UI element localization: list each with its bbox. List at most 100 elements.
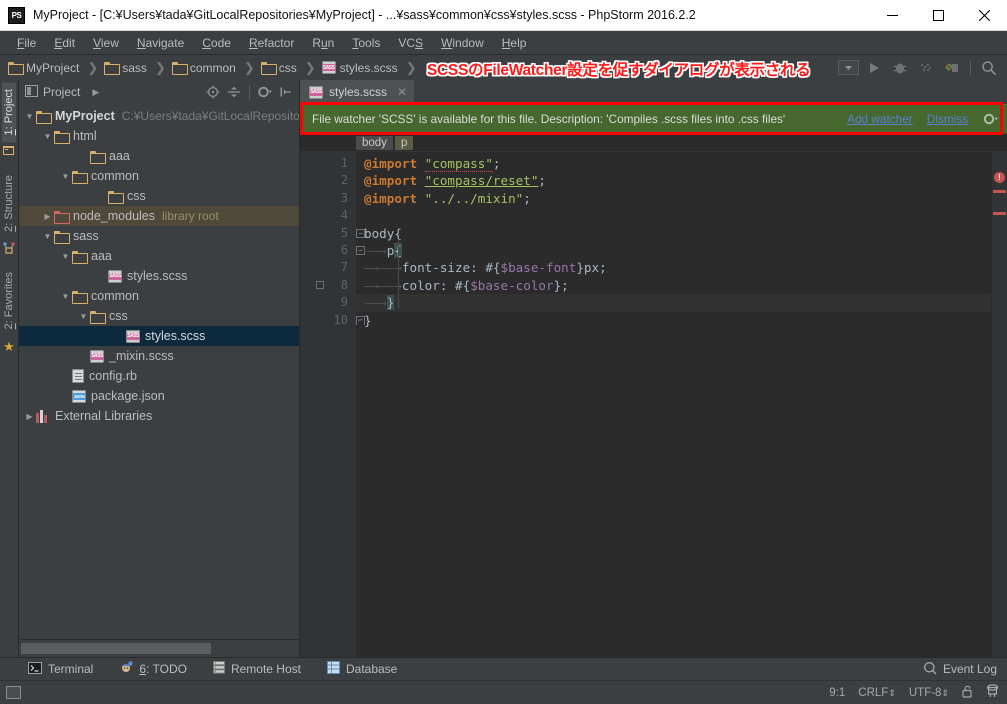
code-editor[interactable]: 1 2 3 4 5− 6− 7 8 9⌐ 10⌐ @import "compas… — [300, 152, 1007, 657]
tree-row-sass-common-css-styles[interactable]: styles.scss — [19, 326, 299, 346]
folder-icon — [72, 290, 88, 304]
run-configuration-dropdown[interactable] — [836, 57, 860, 79]
hide-panel-icon[interactable] — [276, 82, 296, 102]
scrollbar-thumb[interactable] — [21, 643, 211, 654]
collapse-all-icon[interactable] — [224, 82, 244, 102]
menu-view[interactable]: View — [84, 34, 128, 52]
tree-row-sass-aaa-styles[interactable]: styles.scss — [19, 266, 299, 286]
tree-row-sass-aaa[interactable]: ▼ aaa — [19, 246, 299, 266]
line-separator-indicator[interactable]: CRLF⇕ — [858, 687, 896, 699]
folder-icon — [171, 62, 188, 75]
tab-styles-scss[interactable]: styles.scss ✕ — [300, 80, 415, 104]
structure-crumb-p[interactable]: p — [394, 135, 414, 150]
tree-row-html-common-css[interactable]: css — [19, 186, 299, 206]
close-icon[interactable]: ✕ — [397, 85, 407, 99]
twisty-icon[interactable]: ▼ — [23, 112, 36, 121]
tool-window-terminal[interactable]: Terminal — [28, 661, 94, 677]
error-marker-bar[interactable]: ! — [991, 152, 1007, 657]
maximize-button[interactable] — [915, 0, 961, 31]
code-text[interactable]: @import "compass"; @import "compass/rese… — [356, 152, 991, 657]
menu-code[interactable]: Code — [193, 34, 240, 52]
menu-navigate[interactable]: Navigate — [128, 34, 193, 52]
menu-edit[interactable]: Edit — [45, 34, 84, 52]
tree-row-mixin-scss[interactable]: _mixin.scss — [19, 346, 299, 366]
twisty-icon[interactable]: ▼ — [59, 172, 72, 181]
breadcrumb-styles-scss[interactable]: styles.scss — [320, 55, 400, 80]
gutter-line: 8 — [300, 277, 356, 294]
twisty-icon[interactable]: ▼ — [59, 252, 72, 261]
error-count-icon[interactable]: ! — [994, 172, 1005, 183]
breadcrumb-css[interactable]: css — [259, 55, 299, 80]
tree-row-sass-common-css[interactable]: ▼ css — [19, 306, 299, 326]
twisty-icon[interactable]: ▼ — [41, 232, 54, 241]
error-marker[interactable] — [993, 190, 1006, 193]
status-toggle-icon[interactable] — [6, 686, 21, 699]
encoding-indicator[interactable]: UTF-8⇕ — [909, 687, 949, 699]
unlocked-icon[interactable] — [962, 685, 973, 701]
breadcrumb-sass[interactable]: sass — [102, 55, 149, 80]
locate-icon[interactable] — [203, 82, 223, 102]
structure-crumb-body[interactable]: body — [356, 135, 393, 150]
breadcrumb-common[interactable]: common — [170, 55, 238, 80]
twisty-icon[interactable]: ▼ — [59, 292, 72, 301]
project-panel-horizontal-scrollbar[interactable] — [19, 639, 299, 657]
code-line-9: ——→} — [356, 294, 991, 312]
tree-row-html[interactable]: ▼ html — [19, 126, 299, 146]
tool-window-remote-host[interactable]: Remote Host — [212, 661, 301, 677]
close-button[interactable] — [961, 0, 1007, 31]
menu-run[interactable]: Run — [303, 34, 343, 52]
file-watcher-notification: File watcher 'SCSS' is available for thi… — [300, 104, 1007, 134]
menu-tools[interactable]: Tools — [343, 34, 389, 52]
folder-icon — [54, 230, 70, 244]
menu-file[interactable]: FFileile — [8, 34, 45, 52]
tree-row-sass-common[interactable]: ▼ common — [19, 286, 299, 306]
tree-row-html-aaa[interactable]: aaa — [19, 146, 299, 166]
window-controls — [869, 0, 1007, 31]
menu-help[interactable]: Help — [493, 34, 536, 52]
debug-icon[interactable] — [888, 57, 912, 79]
gutter-line: 10 ⌐ — [300, 312, 365, 329]
dismiss-link[interactable]: Dismiss — [927, 112, 968, 126]
project-panel-expand-arrow[interactable]: ▶ — [92, 87, 99, 98]
tree-row-myproject[interactable]: ▼ MyProject C:¥Users¥tada¥GitLocalReposi… — [19, 106, 299, 126]
database-icon — [326, 661, 340, 677]
project-window-icon — [25, 84, 38, 100]
tree-row-external-libraries[interactable]: ▶ External Libraries — [19, 406, 299, 426]
tree-row-sass[interactable]: ▼ sass — [19, 226, 299, 246]
menu-vcs[interactable]: VCS — [389, 34, 432, 52]
tree-row-html-common[interactable]: ▼ common — [19, 166, 299, 186]
tree-row-node-modules[interactable]: ▶ node_modules library root — [19, 206, 299, 226]
tool-window-label: Terminal — [48, 662, 94, 676]
sidebar-item-project[interactable]: 1: Project — [2, 82, 16, 143]
event-log-button[interactable]: Event Log — [923, 661, 1007, 678]
tree-row-config-rb[interactable]: config.rb — [19, 366, 299, 386]
folder-icon — [90, 150, 106, 164]
tree-row-package-json[interactable]: package.json — [19, 386, 299, 406]
caret-position[interactable]: 9:1 — [829, 687, 845, 699]
bookmark-slot-icon[interactable] — [316, 280, 324, 289]
coverage-icon[interactable] — [914, 57, 938, 79]
error-marker[interactable] — [993, 212, 1006, 215]
menu-window[interactable]: Window — [432, 34, 493, 52]
menu-refactor[interactable]: Refactor — [240, 34, 303, 52]
breadcrumb-myproject[interactable]: MyProject — [6, 55, 81, 80]
sidebar-item-structure[interactable]: 2: Structure — [2, 168, 16, 239]
tab-label: styles.scss — [329, 85, 388, 99]
search-everywhere-icon[interactable] — [977, 57, 1001, 79]
stop-icon[interactable] — [940, 57, 964, 79]
minimize-button[interactable] — [869, 0, 915, 31]
run-icon[interactable] — [862, 57, 886, 79]
sidebar-item-favorites[interactable]: 2: Favorites — [2, 265, 16, 336]
settings-gear-icon[interactable] — [982, 112, 999, 126]
line-number-gutter[interactable]: 1 2 3 4 5− 6− 7 8 9⌐ 10⌐ — [300, 152, 365, 657]
add-watcher-link[interactable]: Add watcher — [847, 112, 913, 126]
tool-window-todo[interactable]: 6: TODO — [119, 661, 187, 677]
twisty-icon[interactable]: ▼ — [41, 132, 54, 141]
tool-window-database[interactable]: Database — [326, 661, 397, 677]
twisty-icon[interactable]: ▶ — [41, 212, 54, 221]
hector-icon[interactable] — [986, 684, 999, 701]
twisty-icon[interactable]: ▶ — [23, 412, 36, 421]
twisty-icon[interactable]: ▼ — [77, 312, 90, 321]
settings-gear-icon[interactable] — [255, 82, 275, 102]
project-tree[interactable]: ▼ MyProject C:¥Users¥tada¥GitLocalReposi… — [19, 104, 299, 639]
